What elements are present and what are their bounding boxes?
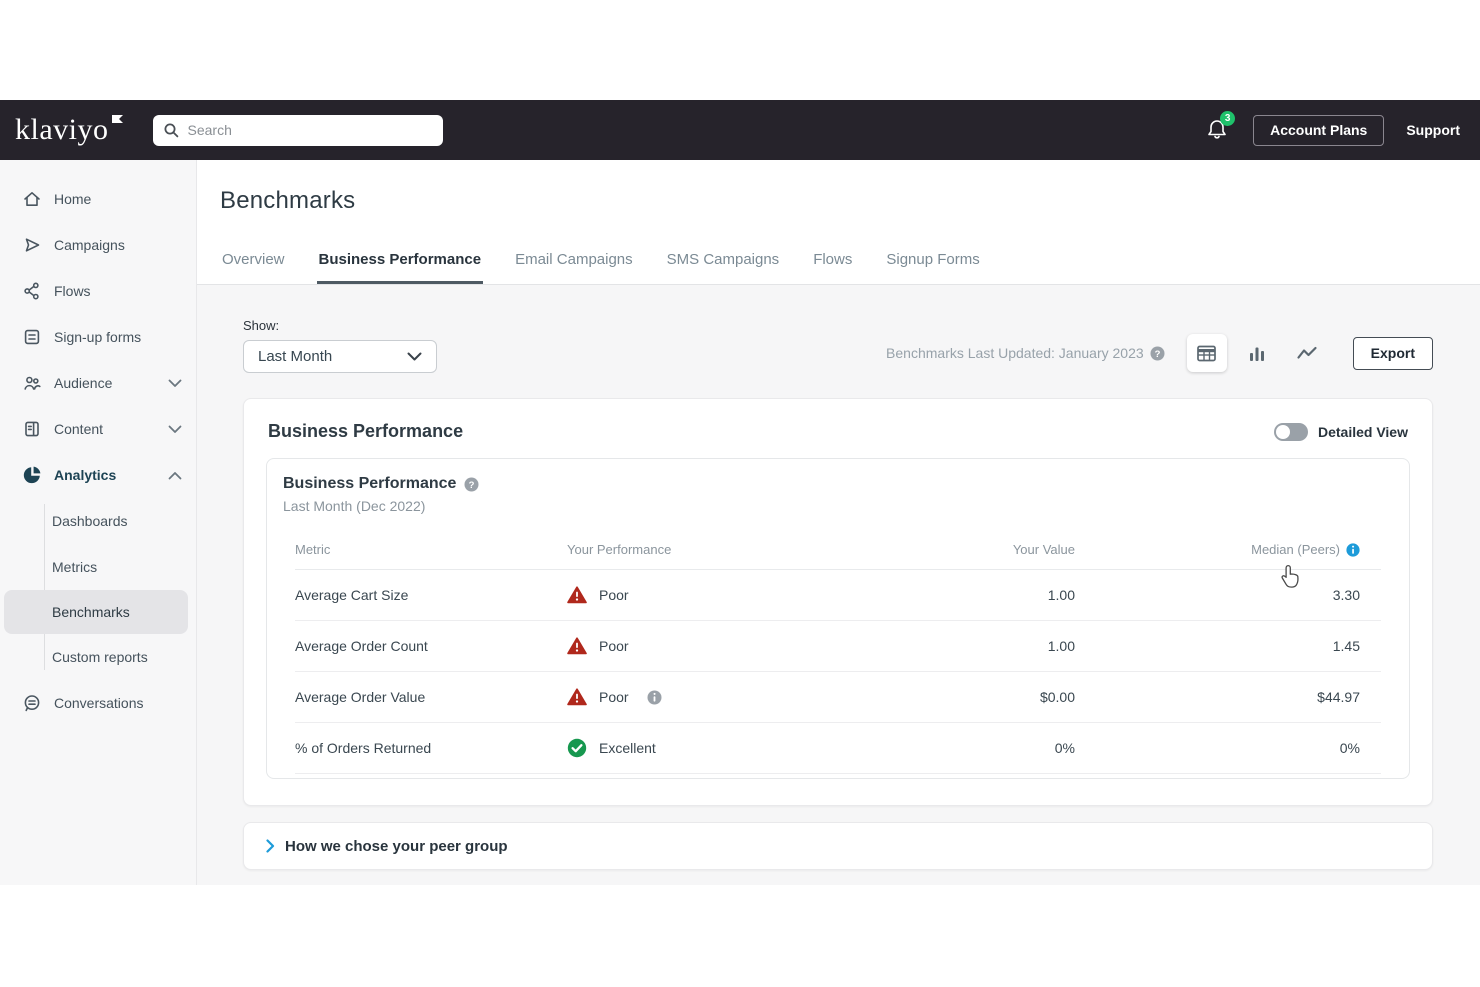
- peer-group-label: How we chose your peer group: [285, 838, 508, 855]
- notification-badge: 3: [1220, 111, 1235, 126]
- info-icon[interactable]: [647, 690, 662, 705]
- sidebar-item-flows[interactable]: Flows: [0, 268, 196, 314]
- controls-row: Show: Last Month Benchmarks Last Updated…: [243, 318, 1433, 373]
- panel-title: Business Performance: [283, 475, 456, 493]
- sidebar-item-campaigns[interactable]: Campaigns: [0, 222, 196, 268]
- col-median-peers[interactable]: Median (Peers): [1075, 542, 1385, 557]
- show-filter: Show: Last Month: [243, 318, 437, 373]
- right-controls: Benchmarks Last Updated: January 2023 ?: [886, 334, 1433, 373]
- search-input[interactable]: [188, 122, 433, 138]
- col-your-performance: Your Performance: [567, 542, 859, 557]
- detailed-view-label: Detailed View: [1318, 424, 1408, 440]
- topbar-actions: 3 Account Plans Support: [1205, 115, 1460, 146]
- support-link[interactable]: Support: [1406, 122, 1460, 138]
- notifications-button[interactable]: 3: [1205, 117, 1231, 143]
- detailed-view-control: Detailed View: [1274, 423, 1408, 441]
- page-title: Benchmarks: [197, 160, 1480, 215]
- benchmark-table: Metric Your Performance Your Value Media…: [295, 534, 1381, 774]
- home-icon: [22, 189, 42, 209]
- bar-chart-icon: [1248, 344, 1266, 362]
- table-header-row: Metric Your Performance Your Value Media…: [295, 534, 1381, 570]
- chevron-up-icon: [168, 471, 182, 480]
- period-select[interactable]: Last Month: [243, 340, 437, 373]
- content-icon: [22, 419, 42, 439]
- chevron-right-icon: [266, 839, 275, 853]
- success-icon: [567, 738, 587, 758]
- panel-subtitle: Last Month (Dec 2022): [283, 498, 1393, 514]
- trend-line-icon: [1296, 345, 1318, 361]
- sidebar-item-analytics[interactable]: Analytics: [0, 452, 196, 498]
- business-performance-card: Business Performance Detailed View Busin…: [243, 398, 1433, 806]
- sidebar: Home Campaigns Flows Sign-up forms Audie…: [0, 160, 197, 885]
- klaviyo-logo[interactable]: klaviyo: [15, 113, 123, 147]
- table-view-icon: [1196, 344, 1217, 363]
- page-header: Benchmarks Overview Business Performance…: [197, 160, 1480, 285]
- tab-business-performance[interactable]: Business Performance: [317, 241, 484, 284]
- klaviyo-flag-icon: [112, 115, 123, 124]
- sidebar-item-home[interactable]: Home: [0, 176, 196, 222]
- chevron-down-icon: [168, 425, 182, 434]
- sidebar-item-custom-reports[interactable]: Custom reports: [0, 634, 196, 680]
- table-row: Average Order Value Poor $0.00 $44.97: [295, 672, 1381, 723]
- info-icon[interactable]: [1346, 543, 1360, 557]
- chevron-down-icon: [407, 352, 422, 361]
- sidebar-item-signup-forms[interactable]: Sign-up forms: [0, 314, 196, 360]
- benchmark-table-panel: Business Performance ? Last Month (Dec 2…: [266, 458, 1410, 779]
- analytics-pie-icon: [22, 465, 42, 485]
- conversations-icon: [22, 693, 42, 713]
- tab-email-campaigns[interactable]: Email Campaigns: [513, 241, 635, 284]
- sidebar-item-dashboards[interactable]: Dashboards: [0, 498, 196, 544]
- warning-icon: [567, 688, 587, 706]
- account-plans-button[interactable]: Account Plans: [1253, 115, 1384, 146]
- analytics-submenu: Dashboards Metrics Benchmarks Custom rep…: [0, 498, 196, 680]
- audience-icon: [22, 373, 42, 393]
- bar-chart-view-button[interactable]: [1237, 334, 1277, 372]
- trend-view-button[interactable]: [1287, 334, 1327, 372]
- app-window: klaviyo 3 Account Plans Support: [0, 0, 1480, 987]
- sidebar-item-benchmarks[interactable]: Benchmarks: [4, 590, 188, 634]
- view-mode-switcher: [1187, 334, 1327, 372]
- col-metric: Metric: [295, 542, 567, 557]
- help-icon[interactable]: ?: [1150, 346, 1165, 361]
- help-icon[interactable]: ?: [464, 477, 479, 492]
- global-search[interactable]: [153, 115, 443, 146]
- peer-group-expander[interactable]: How we chose your peer group: [243, 822, 1433, 870]
- export-button[interactable]: Export: [1353, 337, 1433, 370]
- svg-text:?: ?: [469, 479, 475, 490]
- sidebar-item-metrics[interactable]: Metrics: [0, 544, 196, 590]
- sidebar-item-content[interactable]: Content: [0, 406, 196, 452]
- tab-sms-campaigns[interactable]: SMS Campaigns: [665, 241, 782, 284]
- table-view-button[interactable]: [1187, 334, 1227, 372]
- flows-icon: [22, 281, 42, 301]
- benchmarks-tabs: Overview Business Performance Email Camp…: [197, 241, 1480, 285]
- last-updated: Benchmarks Last Updated: January 2023 ?: [886, 345, 1165, 361]
- sidebar-item-conversations[interactable]: Conversations: [0, 680, 196, 726]
- tab-signup-forms[interactable]: Signup Forms: [884, 241, 981, 284]
- main-content: Benchmarks Overview Business Performance…: [197, 160, 1480, 885]
- campaigns-icon: [22, 235, 42, 255]
- svg-text:?: ?: [1154, 348, 1160, 359]
- signup-forms-icon: [22, 327, 42, 347]
- search-icon: [163, 122, 180, 139]
- topbar: klaviyo 3 Account Plans Support: [0, 100, 1480, 160]
- table-row: Average Order Count Poor 1.00 1.45: [295, 621, 1381, 672]
- tab-overview[interactable]: Overview: [220, 241, 287, 284]
- card-header: Business Performance Detailed View: [266, 421, 1410, 442]
- detailed-view-toggle[interactable]: [1274, 423, 1308, 441]
- warning-icon: [567, 586, 587, 604]
- chevron-down-icon: [168, 379, 182, 388]
- show-label: Show:: [243, 318, 437, 333]
- col-your-value: Your Value: [859, 542, 1075, 557]
- table-row: Average Cart Size Poor 1.00 3.30: [295, 570, 1381, 621]
- klaviyo-logo-text: klaviyo: [15, 113, 109, 146]
- card-title: Business Performance: [268, 421, 463, 442]
- sidebar-item-audience[interactable]: Audience: [0, 360, 196, 406]
- tab-flows[interactable]: Flows: [811, 241, 854, 284]
- content-area: Show: Last Month Benchmarks Last Updated…: [197, 318, 1480, 870]
- warning-icon: [567, 637, 587, 655]
- table-row: % of Orders Returned Excellent 0% 0%: [295, 723, 1381, 774]
